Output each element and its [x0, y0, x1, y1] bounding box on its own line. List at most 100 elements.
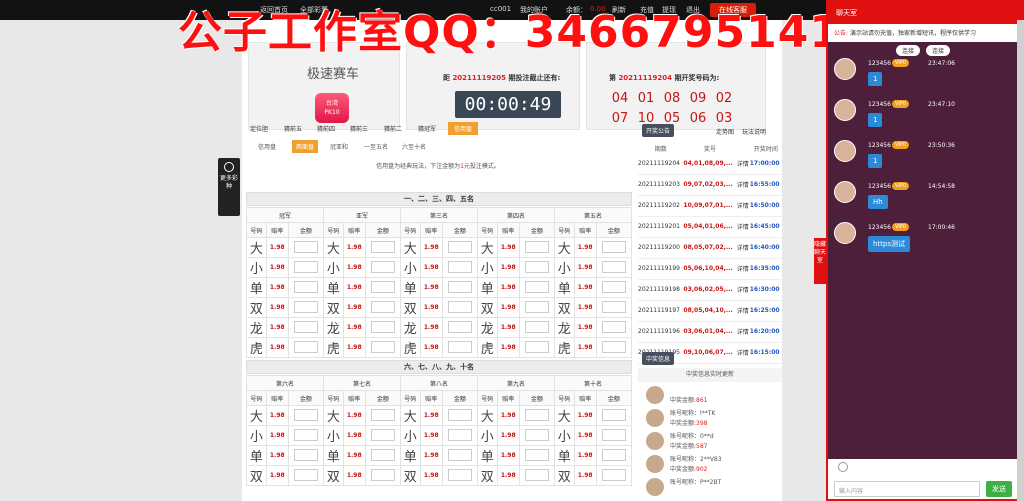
bet-option[interactable]: 单: [399, 277, 421, 298]
amount-input[interactable]: [524, 260, 549, 273]
amount-input[interactable]: [601, 468, 626, 481]
history-detail-link[interactable]: 详情: [736, 216, 750, 238]
bet-option[interactable]: 单: [399, 445, 421, 466]
bet-option[interactable]: 双: [553, 297, 575, 318]
amount-input[interactable]: [370, 240, 395, 253]
bet-option[interactable]: 双: [246, 465, 267, 486]
subtab-sum[interactable]: 冠亚和: [330, 142, 348, 151]
tab-top4[interactable]: 猜前四: [317, 124, 335, 133]
bet-option[interactable]: 小: [322, 257, 344, 278]
rules-link[interactable]: 玩法说明: [742, 127, 766, 136]
bet-option[interactable]: 双: [399, 465, 421, 486]
bet-option[interactable]: 小: [399, 257, 421, 278]
bet-option[interactable]: 单: [476, 277, 498, 298]
amount-input[interactable]: [293, 468, 318, 481]
bet-option[interactable]: 小: [476, 257, 498, 278]
amount-input[interactable]: [370, 280, 395, 293]
history-detail-link[interactable]: 详情: [736, 258, 750, 280]
amount-input[interactable]: [293, 428, 318, 441]
history-detail-link[interactable]: 详情: [736, 153, 750, 175]
amount-input[interactable]: [370, 340, 395, 353]
chat-pill-1[interactable]: 连接: [896, 45, 921, 56]
amount-input[interactable]: [601, 260, 626, 273]
bet-option[interactable]: 双: [476, 297, 498, 318]
amount-input[interactable]: [447, 468, 472, 481]
bet-option[interactable]: 双: [476, 465, 498, 486]
winners-button[interactable]: 中奖信息: [642, 352, 675, 365]
subtab-credit[interactable]: 信用盘: [258, 142, 276, 151]
emoji-icon[interactable]: [838, 462, 848, 472]
bet-option[interactable]: 大: [476, 405, 498, 426]
bet-option[interactable]: 大: [399, 237, 421, 258]
amount-input[interactable]: [370, 320, 395, 333]
bet-option[interactable]: 单: [553, 445, 575, 466]
amount-input[interactable]: [447, 340, 472, 353]
amount-input[interactable]: [447, 260, 472, 273]
more-lottery-button[interactable]: 更多彩种: [218, 158, 240, 216]
hide-chat-button[interactable]: 隐藏聊天室: [814, 238, 826, 284]
amount-input[interactable]: [293, 320, 318, 333]
amount-input[interactable]: [370, 448, 395, 461]
chat-input[interactable]: 输入内容: [834, 481, 980, 497]
bet-option[interactable]: 小: [553, 257, 575, 278]
amount-input[interactable]: [370, 408, 395, 421]
amount-input[interactable]: [524, 300, 549, 313]
chat-pill-2[interactable]: 连接: [926, 45, 951, 56]
bet-option[interactable]: 单: [553, 277, 575, 298]
amount-input[interactable]: [293, 300, 318, 313]
bet-option[interactable]: 双: [399, 297, 421, 318]
bet-option[interactable]: 虎: [476, 337, 498, 358]
bet-option[interactable]: 龙: [246, 317, 267, 338]
history-detail-link[interactable]: 详情: [736, 342, 750, 364]
amount-input[interactable]: [601, 340, 626, 353]
bet-option[interactable]: 大: [399, 405, 421, 426]
amount-input[interactable]: [524, 428, 549, 441]
bet-option[interactable]: 虎: [553, 337, 575, 358]
trend-link[interactable]: 走势图: [716, 127, 734, 136]
amount-input[interactable]: [293, 260, 318, 273]
amount-input[interactable]: [370, 300, 395, 313]
bet-option[interactable]: 龙: [322, 317, 344, 338]
draw-notice-button[interactable]: 开奖公告: [642, 124, 675, 137]
bet-option[interactable]: 龙: [476, 317, 498, 338]
tab-top3[interactable]: 猜前三: [350, 124, 368, 133]
scrollbar[interactable]: [1017, 20, 1024, 501]
amount-input[interactable]: [447, 408, 472, 421]
amount-input[interactable]: [524, 280, 549, 293]
amount-input[interactable]: [601, 320, 626, 333]
bet-option[interactable]: 双: [322, 465, 344, 486]
bet-option[interactable]: 龙: [399, 317, 421, 338]
tab-top2[interactable]: 猜前二: [384, 124, 402, 133]
bet-option[interactable]: 双: [553, 465, 575, 486]
bet-option[interactable]: 双: [246, 297, 267, 318]
amount-input[interactable]: [293, 240, 318, 253]
amount-input[interactable]: [524, 240, 549, 253]
amount-input[interactable]: [370, 428, 395, 441]
bet-option[interactable]: 单: [246, 277, 267, 298]
amount-input[interactable]: [601, 408, 626, 421]
amount-input[interactable]: [601, 280, 626, 293]
bet-option[interactable]: 小: [246, 425, 267, 446]
bet-option[interactable]: 双: [322, 297, 344, 318]
amount-input[interactable]: [293, 408, 318, 421]
amount-input[interactable]: [447, 428, 472, 441]
bet-option[interactable]: 大: [246, 405, 267, 426]
send-button[interactable]: 发送: [986, 481, 1012, 497]
amount-input[interactable]: [601, 448, 626, 461]
bet-option[interactable]: 小: [399, 425, 421, 446]
history-detail-link[interactable]: 详情: [736, 300, 750, 322]
amount-input[interactable]: [447, 240, 472, 253]
amount-input[interactable]: [293, 448, 318, 461]
amount-input[interactable]: [447, 280, 472, 293]
amount-input[interactable]: [447, 448, 472, 461]
tab-top5[interactable]: 猜前五: [284, 124, 302, 133]
tab-credit[interactable]: 信用盘: [448, 122, 479, 135]
history-detail-link[interactable]: 详情: [736, 174, 750, 196]
bet-option[interactable]: 虎: [399, 337, 421, 358]
amount-input[interactable]: [601, 240, 626, 253]
amount-input[interactable]: [447, 300, 472, 313]
bet-option[interactable]: 小: [246, 257, 267, 278]
amount-input[interactable]: [524, 408, 549, 421]
history-detail-link[interactable]: 详情: [736, 195, 750, 217]
bet-option[interactable]: 大: [246, 237, 267, 258]
